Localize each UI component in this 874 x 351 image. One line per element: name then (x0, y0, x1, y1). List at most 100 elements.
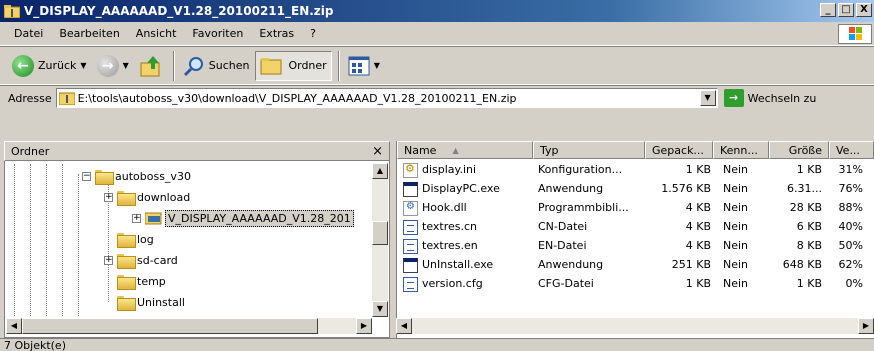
forward-button[interactable]: → ▼ (93, 51, 133, 81)
file-type: CFG-Datei (538, 277, 594, 290)
column-header-name[interactable]: Name ▲ (397, 141, 533, 159)
file-packed-size: 1 KB (685, 277, 711, 290)
tree-item-uninstall[interactable]: Uninstall (117, 292, 185, 312)
file-type: EN-Datei (538, 239, 587, 252)
text-file-icon (403, 239, 418, 254)
go-button[interactable]: → Wechseln zu (723, 89, 817, 107)
maximize-button[interactable]: □ (838, 3, 854, 17)
file-packed-size: 251 KB (671, 258, 711, 271)
dll-file-icon (403, 201, 418, 216)
file-protected: Nein (723, 163, 749, 176)
file-row[interactable]: DisplayPC.exe Anwendung 1.576 KB Nein 6.31..… (398, 180, 874, 199)
minimize-button[interactable]: _ (820, 3, 836, 17)
zip-folder-icon (4, 5, 20, 18)
file-row[interactable]: display.ini Konfiguration... 1 KB Nein 1 KB 3… (398, 161, 874, 180)
folder-pane-vscrollbar[interactable]: ▲ ▼ (372, 163, 388, 317)
column-header-type[interactable]: Typ (533, 141, 645, 159)
menu-bar: Datei Bearbeiten Ansicht Favoriten Extra… (0, 22, 874, 46)
file-row[interactable]: UnInstall.exe Anwendung 251 KB Nein 648 KB 62… (398, 256, 874, 275)
search-label: Suchen (208, 59, 250, 72)
scroll-right-icon[interactable]: ▶ (356, 318, 372, 334)
toolbar: ← Zurück ▼ → ▼ Suchen Ordner ▼ (0, 47, 874, 85)
file-size: 6 KB (796, 220, 822, 233)
go-label: Wechseln zu (747, 91, 817, 105)
column-header-ratio[interactable]: Ve... (829, 141, 874, 159)
file-list-hscrollbar[interactable]: ◀ ▶ (396, 318, 874, 334)
back-arrow-icon: ← (12, 54, 34, 77)
file-name: Hook.dll (422, 201, 467, 214)
tree-item-log[interactable]: log (117, 229, 154, 249)
collapse-icon[interactable]: − (82, 171, 91, 181)
menu-datei[interactable]: Datei (6, 27, 51, 40)
tree-item-temp[interactable]: temp (117, 271, 166, 291)
folder-pane-title: Ordner (11, 144, 50, 158)
expand-icon[interactable]: + (104, 255, 113, 265)
forward-dropdown-icon[interactable]: ▼ (123, 61, 129, 70)
menu-bearbeiten[interactable]: Bearbeiten (51, 27, 127, 40)
folders-button[interactable]: Ordner (255, 50, 332, 81)
address-dropdown-icon[interactable]: ▼ (699, 90, 716, 106)
file-row[interactable]: Hook.dll Programmbibli... 4 KB Nein 28 KB 88% (398, 199, 874, 218)
folders-icon (260, 57, 282, 74)
column-header-size[interactable]: Größe (769, 141, 829, 159)
file-ratio: 76% (838, 182, 863, 195)
scroll-down-icon[interactable]: ▼ (372, 301, 388, 317)
scroll-thumb[interactable] (372, 221, 388, 245)
folder-icon (117, 232, 136, 248)
file-protected: Nein (723, 220, 749, 233)
file-size: 6.31... (787, 182, 822, 195)
file-name: UnInstall.exe (422, 258, 494, 271)
tree-item-sd-card[interactable]: + sd-card (104, 250, 178, 270)
tree-item-download[interactable]: + download (104, 187, 190, 207)
file-packed-size: 4 KB (685, 239, 711, 252)
tree-item-autoboss[interactable]: − autoboss_v30 (82, 166, 191, 186)
file-ratio: 62% (838, 258, 863, 271)
up-folder-icon (140, 55, 160, 76)
scroll-thumb[interactable] (22, 318, 318, 334)
menu-help[interactable]: ? (302, 27, 324, 40)
file-name: textres.en (422, 239, 478, 252)
folder-pane-close-icon[interactable]: × (372, 144, 383, 159)
menu-favoriten[interactable]: Favoriten (184, 27, 251, 40)
file-size: 1 KB (796, 277, 822, 290)
column-header-protected[interactable]: Kenn... (713, 141, 769, 159)
views-dropdown-icon[interactable]: ▼ (374, 61, 380, 70)
back-button[interactable]: ← Zurück ▼ (8, 51, 91, 81)
address-field[interactable]: E:\tools\autoboss_v30\download\V_DISPLAY… (55, 88, 718, 108)
views-button[interactable]: ▼ (344, 51, 384, 81)
file-row[interactable]: textres.en EN-Datei 4 KB Nein 8 KB 50% (398, 237, 874, 256)
file-row[interactable]: textres.cn CN-Datei 4 KB Nein 6 KB 40% (398, 218, 874, 237)
file-name: display.ini (422, 163, 477, 176)
address-value: E:\tools\autoboss_v30\download\V_DISPLAY… (77, 91, 517, 105)
file-ratio: 31% (838, 163, 863, 176)
file-type: CN-Datei (538, 220, 588, 233)
column-header-packed[interactable]: Gepack... (645, 141, 713, 159)
expand-icon[interactable]: + (132, 213, 141, 223)
address-label: Adresse (8, 91, 52, 105)
zip-folder-icon (58, 92, 75, 105)
menu-extras[interactable]: Extras (251, 27, 302, 40)
back-dropdown-icon[interactable]: ▼ (80, 61, 86, 70)
file-size: 28 KB (789, 201, 822, 214)
up-folder-button[interactable] (135, 51, 167, 81)
file-size: 1 KB (796, 163, 822, 176)
close-button[interactable]: X (856, 3, 872, 17)
file-packed-size: 4 KB (685, 220, 711, 233)
scroll-left-icon[interactable]: ◀ (6, 318, 22, 334)
scroll-right-icon[interactable]: ▶ (858, 318, 874, 334)
scroll-up-icon[interactable]: ▲ (372, 163, 388, 179)
file-size: 648 KB (782, 258, 822, 271)
file-type: Anwendung (538, 182, 604, 195)
folder-icon (117, 190, 136, 206)
file-ratio: 50% (838, 239, 863, 252)
tree-item-vdisplay-zip[interactable]: + V_DISPLAY_AAAAAAD_V1.28_201 (132, 208, 354, 228)
search-button[interactable]: Suchen (179, 51, 254, 81)
file-ratio: 88% (838, 201, 863, 214)
folder-pane-hscrollbar[interactable]: ◀ ▶ (6, 318, 372, 334)
folder-icon (117, 253, 136, 269)
expand-icon[interactable]: + (104, 192, 113, 202)
file-row[interactable]: version.cfg CFG-Datei 1 KB Nein 1 KB 0% (398, 275, 874, 294)
menu-ansicht[interactable]: Ansicht (128, 27, 185, 40)
scroll-left-icon[interactable]: ◀ (396, 318, 412, 334)
file-type: Konfiguration... (538, 163, 623, 176)
